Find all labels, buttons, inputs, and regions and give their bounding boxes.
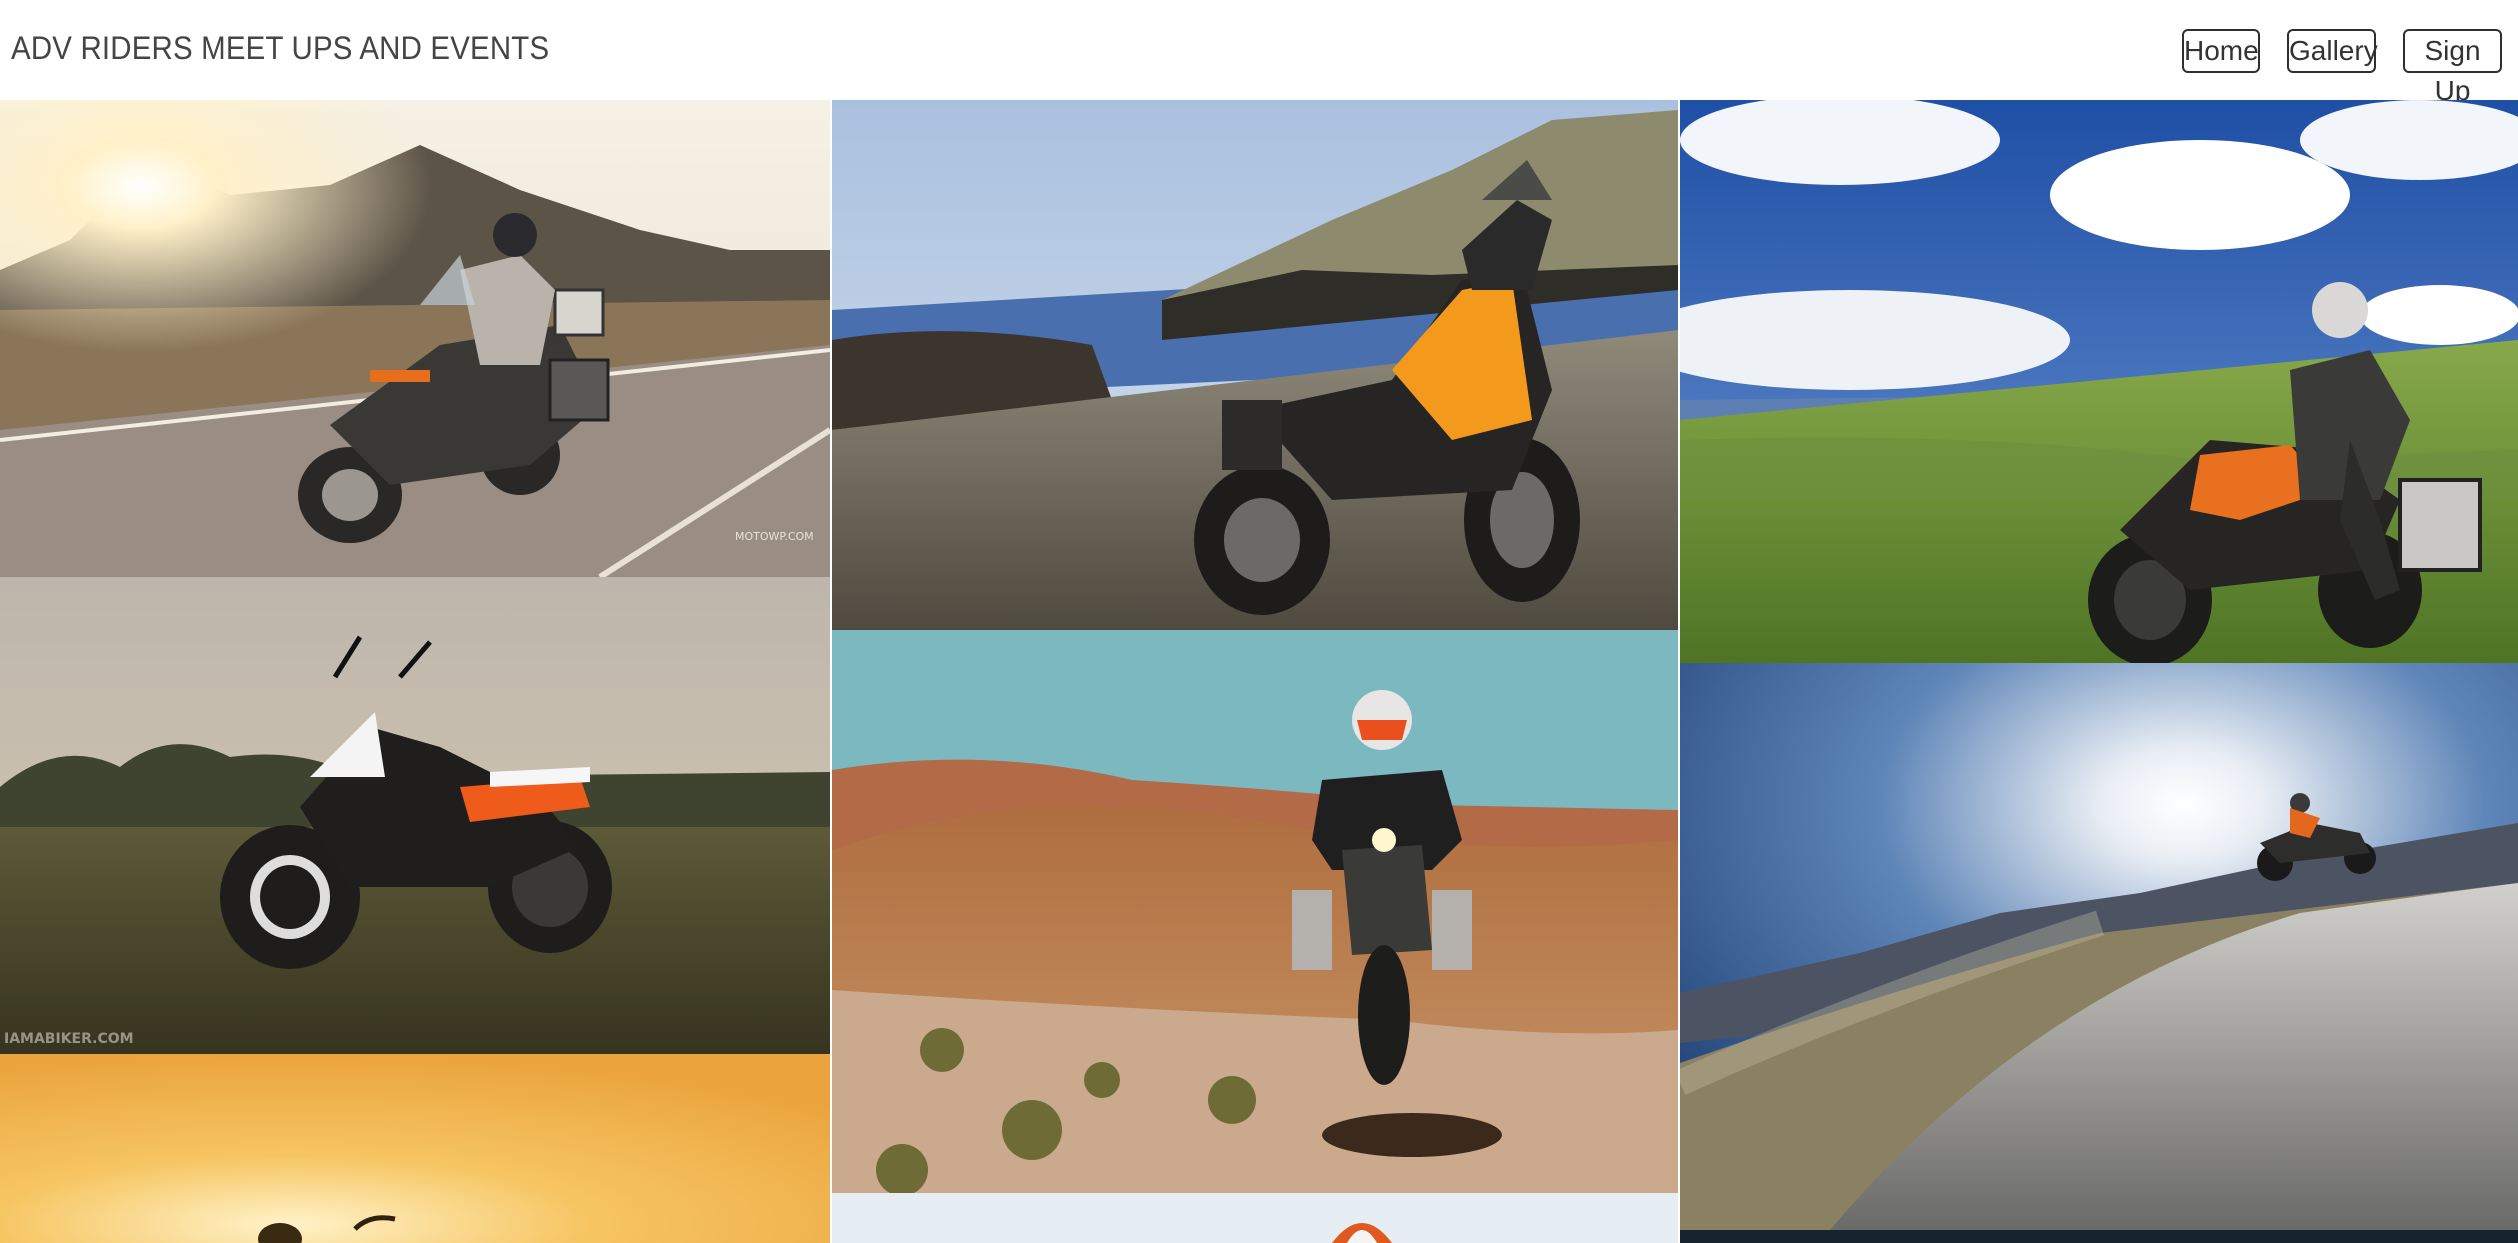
gallery-photo-naked-bike-field[interactable]: IAMABIKER.COM <box>0 577 830 1054</box>
nav-home-button[interactable]: Home <box>2182 29 2260 73</box>
gallery-photo-desert-jump[interactable] <box>832 630 1678 1193</box>
gallery-photo-golden-sunset[interactable] <box>0 1054 830 1243</box>
site-title: ADV RIDERS MEET UPS AND EVENTS <box>11 30 550 66</box>
gallery-photo-dark-partial[interactable] <box>1680 1230 2518 1243</box>
nav-gallery-button[interactable]: Gallery <box>2287 29 2378 73</box>
gallery-photo-dune-backlit[interactable] <box>1680 663 2518 1230</box>
gallery-photo-sunset-road[interactable]: MOTOWP.COM <box>0 100 830 577</box>
nav-signup-button[interactable]: Sign Up <box>2403 29 2502 106</box>
gallery-photo-helmet-partial[interactable] <box>832 1193 1678 1243</box>
watermark-text: MOTOWP.COM <box>735 530 814 543</box>
gallery-photo-seaside-rocks[interactable] <box>832 100 1678 630</box>
site-header: ADV RIDERS MEET UPS AND EVENTS Home Gall… <box>0 0 2518 106</box>
watermark-text: IAMABIKER.COM <box>4 1031 134 1047</box>
gallery-photo-green-hills-rider[interactable] <box>1680 100 2518 663</box>
